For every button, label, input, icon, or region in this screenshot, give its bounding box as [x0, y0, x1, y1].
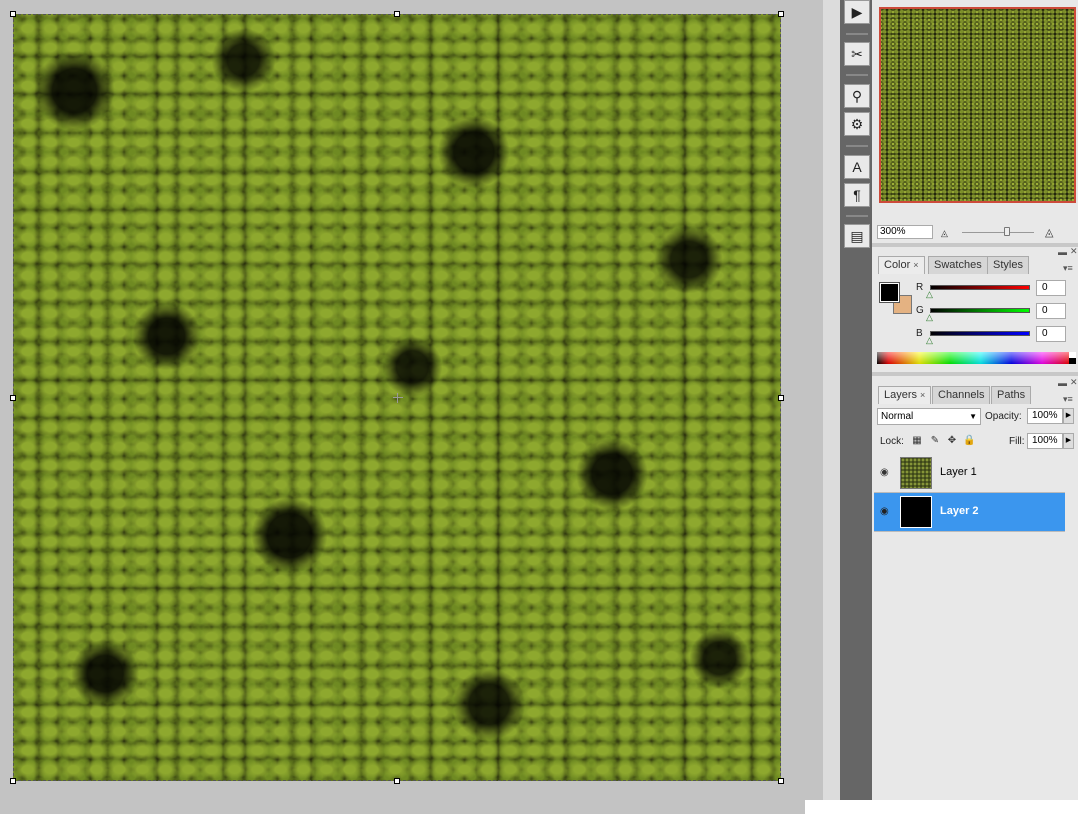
- opacity-label: Opacity:: [985, 411, 1022, 422]
- zoom-in-icon[interactable]: ◬: [1045, 226, 1053, 239]
- lock-label: Lock:: [880, 436, 904, 447]
- tab-label: Color: [884, 259, 911, 271]
- blend-mode-select[interactable]: Normal ▼: [877, 408, 981, 425]
- black-white-ramp[interactable]: [1069, 352, 1076, 364]
- tab-swatches[interactable]: Swatches: [928, 256, 988, 274]
- color-spectrum-ramp[interactable]: [877, 352, 1069, 364]
- zoom-out-icon[interactable]: ◬: [941, 228, 948, 239]
- blue-slider-thumb[interactable]: △: [926, 336, 933, 345]
- green-channel-slider[interactable]: [930, 308, 1030, 313]
- green-slider-thumb[interactable]: △: [926, 313, 933, 322]
- blend-mode-value: Normal: [881, 411, 914, 422]
- blue-channel-label: B: [916, 328, 923, 339]
- navigator-preview[interactable]: [879, 7, 1076, 203]
- layer-thumbnail: [900, 496, 932, 528]
- close-icon[interactable]: ×: [920, 390, 925, 400]
- eye-icon[interactable]: ◉: [880, 467, 889, 478]
- lock-transparency-icon[interactable]: ▦: [911, 435, 923, 447]
- dock-separator: [846, 74, 868, 76]
- dock-separator: [846, 145, 868, 147]
- layer-thumbnail: [900, 457, 932, 489]
- notes-icon[interactable]: ▤: [844, 224, 870, 248]
- bottom-strip: [805, 800, 1078, 814]
- zoom-level-field[interactable]: 300%: [877, 225, 933, 239]
- tab-styles[interactable]: Styles: [987, 256, 1029, 274]
- workspace-scroll-edge: [823, 0, 840, 814]
- panel-divider: [872, 243, 1078, 247]
- blue-value-field[interactable]: 0: [1036, 326, 1066, 342]
- fill-field[interactable]: 100%: [1027, 433, 1063, 449]
- panel-menu-icon[interactable]: ▾≡: [1063, 263, 1073, 274]
- transform-handle-bottom-center[interactable]: [394, 778, 400, 784]
- foreground-color-swatch[interactable]: [879, 282, 900, 303]
- dock-separator: [846, 215, 868, 217]
- panel-divider: [872, 372, 1078, 376]
- eye-icon[interactable]: ◉: [880, 506, 889, 517]
- play-icon[interactable]: ▶: [844, 0, 870, 24]
- chevron-down-icon: ▼: [969, 412, 977, 421]
- green-channel-label: G: [916, 305, 924, 316]
- layer-name: Layer 1: [940, 466, 977, 478]
- fill-arrow-icon[interactable]: ▶: [1063, 433, 1074, 449]
- blue-channel-slider[interactable]: [930, 331, 1030, 336]
- panel-minimize-icon[interactable]: ▬: [1058, 247, 1067, 257]
- green-value-field[interactable]: 0: [1036, 303, 1066, 319]
- tool-presets-icon[interactable]: ⚙: [844, 112, 870, 136]
- layer-name: Layer 2: [940, 505, 979, 517]
- transform-handle-bottom-right[interactable]: [778, 778, 784, 784]
- layer-row[interactable]: ◉ Layer 2: [874, 493, 1065, 532]
- transform-handle-middle-right[interactable]: [778, 395, 784, 401]
- opacity-arrow-icon[interactable]: ▶: [1063, 408, 1074, 424]
- tab-color[interactable]: Color ×: [878, 256, 925, 274]
- clone-source-icon[interactable]: ⚲: [844, 84, 870, 108]
- red-channel-label: R: [916, 282, 924, 293]
- tab-label: Layers: [884, 389, 918, 401]
- transform-handle-top-right[interactable]: [778, 11, 784, 17]
- zoom-slider-track[interactable]: [962, 232, 1034, 233]
- dock-separator: [846, 33, 868, 35]
- panel-minimize-icon[interactable]: ▬: [1058, 378, 1067, 388]
- tab-layers[interactable]: Layers ×: [878, 386, 932, 404]
- lock-position-icon[interactable]: ✥: [946, 435, 958, 447]
- brush-tools-icon[interactable]: ✂: [844, 42, 870, 66]
- transform-handle-bottom-left[interactable]: [10, 778, 16, 784]
- fill-label: Fill:: [1009, 436, 1025, 447]
- tab-paths[interactable]: Paths: [991, 386, 1032, 404]
- lock-all-icon[interactable]: 🔒: [963, 435, 975, 447]
- panel-close-icon[interactable]: ✕: [1070, 246, 1078, 257]
- transform-handle-top-center[interactable]: [394, 11, 400, 17]
- tab-channels[interactable]: Channels: [932, 386, 991, 404]
- tab-label: Paths: [997, 389, 1026, 401]
- character-icon[interactable]: A: [844, 155, 870, 179]
- transform-handle-middle-left[interactable]: [10, 395, 16, 401]
- opacity-field[interactable]: 100%: [1027, 408, 1063, 424]
- transform-handle-top-left[interactable]: [10, 11, 16, 17]
- red-channel-slider[interactable]: [930, 285, 1030, 290]
- red-value-field[interactable]: 0: [1036, 280, 1066, 296]
- tab-label: Channels: [938, 389, 985, 401]
- lock-image-icon[interactable]: ✎: [929, 435, 941, 447]
- zoom-slider-thumb[interactable]: [1003, 227, 1010, 236]
- tab-label: Swatches: [934, 259, 982, 271]
- tab-label: Styles: [993, 259, 1023, 271]
- transform-center-icon[interactable]: [393, 393, 403, 403]
- layer-row[interactable]: ◉ Layer 1: [874, 454, 1065, 493]
- red-slider-thumb[interactable]: △: [926, 290, 933, 299]
- panel-close-icon[interactable]: ✕: [1070, 377, 1078, 388]
- close-icon[interactable]: ×: [913, 260, 918, 270]
- panel-menu-icon[interactable]: ▾≡: [1063, 394, 1073, 405]
- paragraph-icon[interactable]: ¶: [844, 183, 870, 207]
